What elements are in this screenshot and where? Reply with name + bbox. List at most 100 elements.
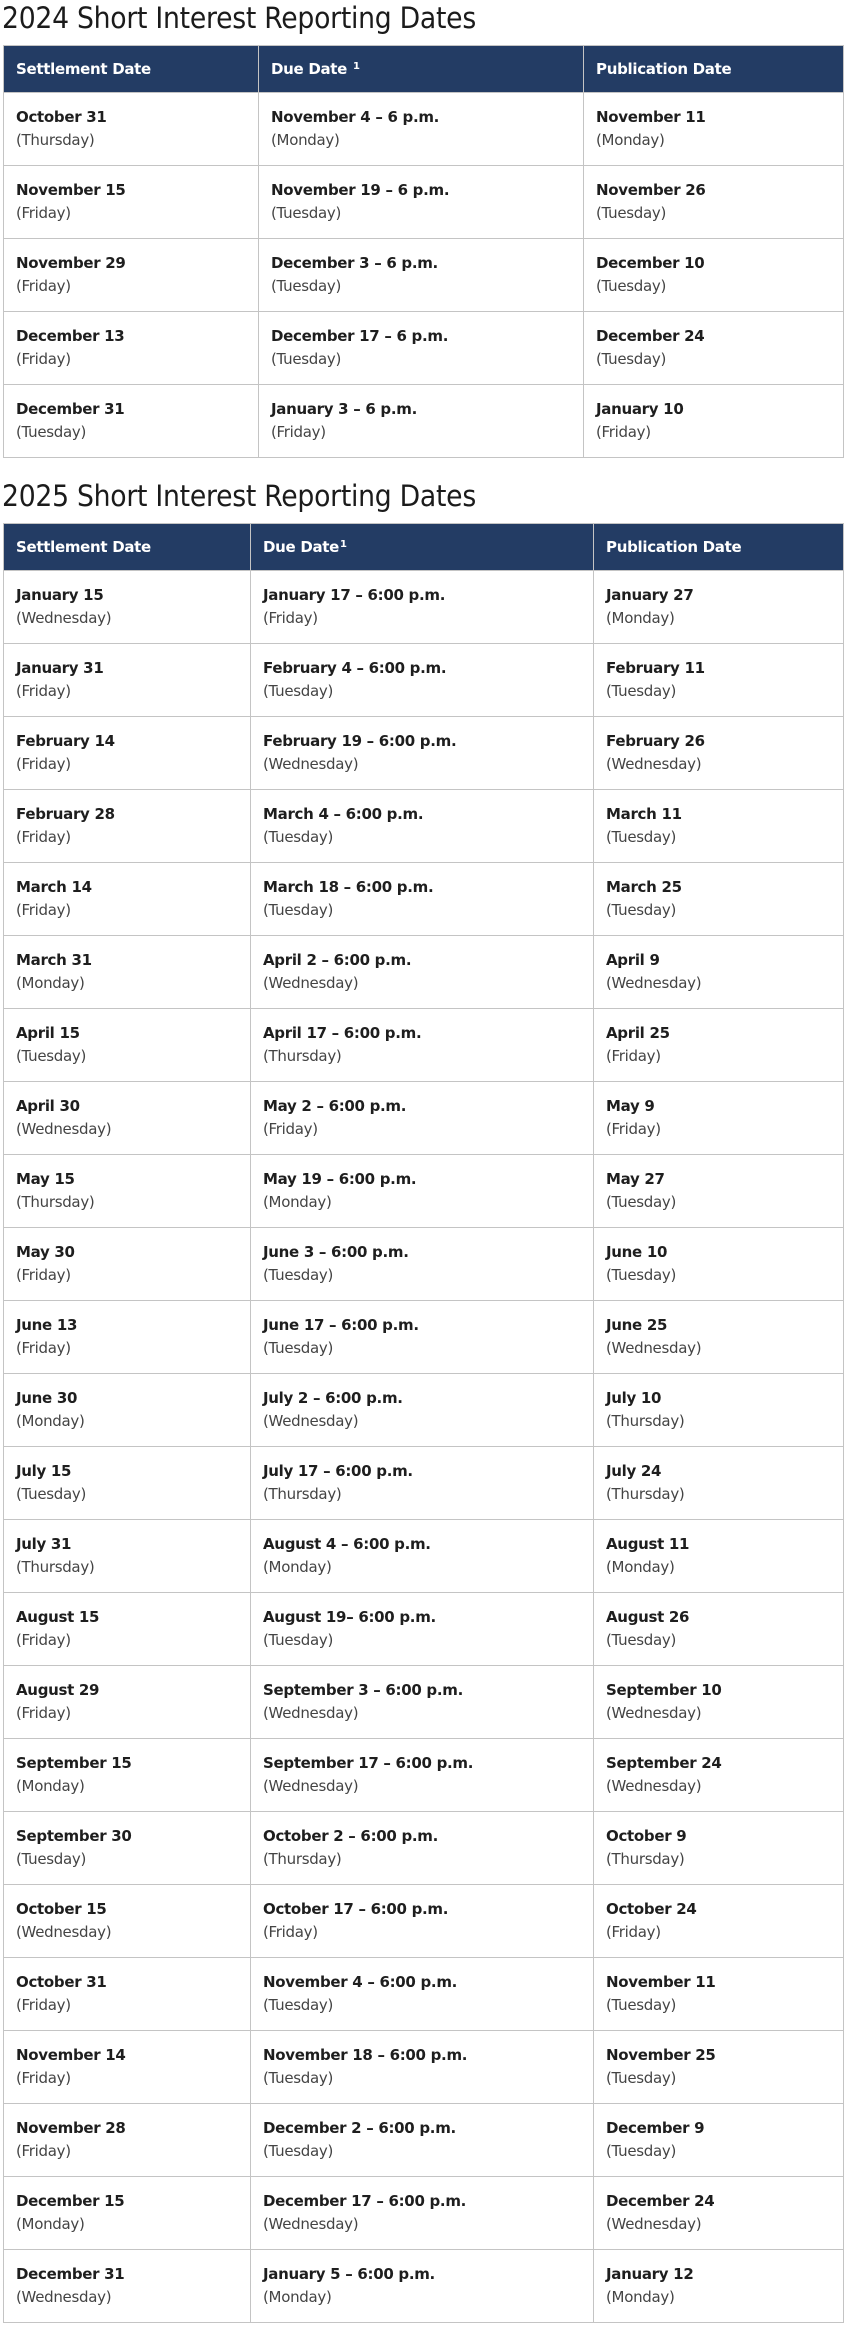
settlement-date-value: July 31 (16, 1535, 72, 1553)
publication-date-value: September 24 (606, 1754, 722, 1772)
footnote-marker[interactable]: 1 (340, 539, 347, 550)
due-date-weekday: (Tuesday) (263, 828, 334, 846)
settlement-date-weekday: (Wednesday) (16, 609, 112, 627)
cell-publication-date: December 9 (Tuesday) (593, 2103, 844, 2177)
cell-publication-date: December 10 (Tuesday) (583, 238, 844, 312)
settlement-date-weekday: (Friday) (16, 1996, 71, 2014)
cell-publication-date: December 24 (Tuesday) (583, 311, 844, 385)
publication-date-value: May 27 (606, 1170, 665, 1188)
cell-due-date: June 3 – 6:00 p.m. (Tuesday) (250, 1227, 594, 1301)
settlement-date-value: January 31 (16, 659, 104, 677)
due-date-value: February 19 – 6:00 p.m. (263, 732, 457, 750)
settlement-date-weekday: (Tuesday) (16, 1850, 87, 1868)
publication-date-weekday: (Tuesday) (606, 1193, 677, 1211)
due-date-value: May 19 – 6:00 p.m. (263, 1170, 417, 1188)
cell-publication-date: November 25 (Tuesday) (593, 2030, 844, 2104)
cell-settlement-date: May 15 (Thursday) (3, 1154, 251, 1228)
cell-settlement-date: March 31 (Monday) (3, 935, 251, 1009)
cell-due-date: June 17 – 6:00 p.m. (Tuesday) (250, 1300, 594, 1374)
cell-settlement-date: August 15 (Friday) (3, 1592, 251, 1666)
header-publication-date: Publication Date (583, 45, 844, 93)
cell-due-date: April 17 – 6:00 p.m. (Thursday) (250, 1008, 594, 1082)
cell-settlement-date: October 15 (Wednesday) (3, 1884, 251, 1958)
publication-date-value: January 27 (606, 586, 694, 604)
settlement-date-weekday: (Monday) (16, 1777, 85, 1795)
due-date-value: August 19– 6:00 p.m. (263, 1608, 436, 1626)
reporting-dates-table-2024: Settlement Date Due Date 1 Publication D… (3, 45, 844, 458)
table-row: July 31 (Thursday) August 4 – 6:00 p.m. (Mo… (3, 1519, 844, 1593)
cell-publication-date: September 10 (Wednesday) (593, 1665, 844, 1739)
settlement-date-weekday: (Friday) (16, 1339, 71, 1357)
cell-settlement-date: December 13 (Friday) (3, 311, 259, 385)
header-publication-date: Publication Date (593, 523, 844, 571)
due-date-value: October 2 – 6:00 p.m. (263, 1827, 439, 1845)
publication-date-weekday: (Wednesday) (606, 1777, 702, 1795)
settlement-date-weekday: (Monday) (16, 974, 85, 992)
publication-date-weekday: (Friday) (606, 1047, 661, 1065)
table-row: May 15 (Thursday) May 19 – 6:00 p.m. (Monda… (3, 1154, 844, 1228)
settlement-date-weekday: (Thursday) (16, 131, 95, 149)
settlement-date-value: June 13 (16, 1316, 78, 1334)
cell-due-date: May 19 – 6:00 p.m. (Monday) (250, 1154, 594, 1228)
settlement-date-weekday: (Wednesday) (16, 2288, 112, 2306)
publication-date-weekday: (Thursday) (606, 1850, 685, 1868)
due-date-weekday: (Tuesday) (271, 350, 342, 368)
cell-due-date: January 17 – 6:00 p.m. (Friday) (250, 570, 594, 644)
publication-date-value: January 12 (606, 2265, 694, 2283)
cell-due-date: March 18 – 6:00 p.m. (Tuesday) (250, 862, 594, 936)
table-row: May 30 (Friday) June 3 – 6:00 p.m. (Tuesday… (3, 1227, 844, 1301)
cell-due-date: August 19– 6:00 p.m. (Tuesday) (250, 1592, 594, 1666)
cell-due-date: December 17 – 6:00 p.m. (Wednesday) (250, 2176, 594, 2250)
due-date-weekday: (Tuesday) (271, 277, 342, 295)
settlement-date-value: March 31 (16, 951, 92, 969)
due-date-weekday: (Monday) (263, 1558, 332, 1576)
publication-date-value: February 11 (606, 659, 705, 677)
table-row: January 15 (Wednesday) January 17 – 6:00 p… (3, 570, 844, 644)
cell-due-date: February 19 – 6:00 p.m. (Wednesday) (250, 716, 594, 790)
table-row: November 29 (Friday) December 3 – 6 p.m. (T… (3, 238, 844, 312)
settlement-date-weekday: (Friday) (16, 1704, 71, 1722)
table-row: February 14 (Friday) February 19 – 6:00 p.… (3, 716, 844, 790)
settlement-date-weekday: (Friday) (16, 682, 71, 700)
cell-settlement-date: December 31 (Tuesday) (3, 384, 259, 458)
footnote-marker[interactable]: 1 (353, 61, 360, 72)
cell-publication-date: July 10 (Thursday) (593, 1373, 844, 1447)
settlement-date-value: December 31 (16, 2265, 125, 2283)
due-date-value: November 4 – 6:00 p.m. (263, 1973, 458, 1991)
cell-publication-date: March 25 (Tuesday) (593, 862, 844, 936)
due-date-value: September 17 – 6:00 p.m. (263, 1754, 474, 1772)
due-date-value: July 17 – 6:00 p.m. (263, 1462, 413, 1480)
due-date-weekday: (Friday) (263, 1923, 318, 1941)
cell-settlement-date: November 15 (Friday) (3, 165, 259, 239)
due-date-weekday: (Tuesday) (271, 204, 342, 222)
settlement-date-value: February 28 (16, 805, 115, 823)
publication-date-value: November 11 (596, 108, 706, 126)
settlement-date-value: May 30 (16, 1243, 75, 1261)
cell-publication-date: September 24 (Wednesday) (593, 1738, 844, 1812)
table-row: October 31 (Friday) November 4 – 6:00 p.m.… (3, 1957, 844, 2031)
publication-date-value: February 26 (606, 732, 705, 750)
publication-date-value: August 11 (606, 1535, 690, 1553)
due-date-value: September 3 – 6:00 p.m. (263, 1681, 463, 1699)
cell-publication-date: June 25 (Wednesday) (593, 1300, 844, 1374)
cell-due-date: September 3 – 6:00 p.m. (Wednesday) (250, 1665, 594, 1739)
table-row: February 28 (Friday) March 4 – 6:00 p.m. (T… (3, 789, 844, 863)
publication-date-value: August 26 (606, 1608, 690, 1626)
cell-due-date: November 19 – 6 p.m. (Tuesday) (258, 165, 584, 239)
settlement-date-weekday: (Friday) (16, 204, 71, 222)
publication-date-weekday: (Tuesday) (606, 1631, 677, 1649)
cell-settlement-date: December 31 (Wednesday) (3, 2249, 251, 2323)
settlement-date-weekday: (Wednesday) (16, 1120, 112, 1138)
due-date-weekday: (Monday) (271, 131, 340, 149)
cell-settlement-date: November 28 (Friday) (3, 2103, 251, 2177)
cell-publication-date: October 24 (Friday) (593, 1884, 844, 1958)
due-date-weekday: (Wednesday) (263, 1412, 359, 1430)
table-row: November 14 (Friday) November 18 – 6:00 p.… (3, 2030, 844, 2104)
cell-settlement-date: March 14 (Friday) (3, 862, 251, 936)
settlement-date-weekday: (Friday) (16, 350, 71, 368)
cell-due-date: October 2 – 6:00 p.m. (Thursday) (250, 1811, 594, 1885)
settlement-date-weekday: (Tuesday) (16, 423, 87, 441)
publication-date-value: December 9 (606, 2119, 705, 2137)
publication-date-weekday: (Tuesday) (596, 277, 667, 295)
table-header-row: Settlement Date Due Date1 Publication Da… (3, 523, 844, 571)
